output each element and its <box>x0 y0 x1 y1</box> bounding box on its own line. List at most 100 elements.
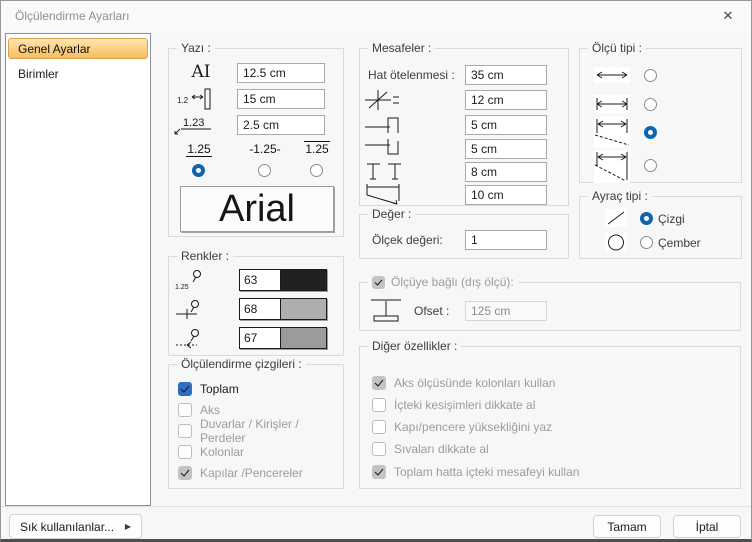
color-swatch <box>281 299 326 319</box>
checkbox-checked-disabled <box>372 464 386 479</box>
group-olcu-tipi: Ölçü tipi : <box>579 41 742 183</box>
wall-bottom-distance-icon <box>365 137 405 159</box>
group-deger-legend: Değer : <box>368 207 416 221</box>
decimal-height-input[interactable] <box>237 115 325 135</box>
sidebar-item-label: Genel Ayarlar <box>18 42 91 56</box>
scale-value-label: Ölçek değeri: <box>372 233 443 247</box>
axis-distance-input[interactable] <box>465 90 547 110</box>
checkbox-label: Toplam <box>200 381 239 396</box>
extension-color-picker[interactable]: 67 <box>239 327 327 349</box>
dim-type-radio-4[interactable] <box>644 159 657 172</box>
checkbox-unchecked[interactable] <box>372 419 386 434</box>
favorites-button[interactable]: Sık kullanılanlar... ▶ <box>9 514 142 539</box>
group-diger: Diğer özellikler : Aks ölçüsünde kolonla… <box>359 339 741 489</box>
separator-circle-icon <box>605 233 627 252</box>
text-color-icon: 1.25 <box>175 269 205 291</box>
checkbox-unchecked[interactable] <box>178 423 192 438</box>
checkbox-aks-kolon: Aks ölçüsünde kolonları kullan <box>372 375 555 390</box>
cancel-button[interactable]: İptal <box>673 515 741 538</box>
text-pos-inline-radio[interactable] <box>258 164 271 177</box>
dimension-settings-dialog: Ölçülendirme Ayarları ✕ Genel Ayarlar Bi… <box>0 0 752 542</box>
checkbox-duvarlar[interactable]: Duvarlar / Kirişler / Perdeler <box>178 417 343 445</box>
checkbox-checked[interactable] <box>178 381 192 396</box>
group-ayrac-tipi: Ayraç tipi : Çizgi Çember <box>579 189 742 259</box>
ok-button[interactable]: Tamam <box>593 515 661 538</box>
group-olcuye-bagli: Ölçüye bağlı (dış ölçü): Ofset : <box>359 275 741 331</box>
checkbox-unchecked[interactable] <box>178 402 192 417</box>
balcony-distance-icon <box>365 183 405 207</box>
group-yazi-legend: Yazı : <box>177 41 215 55</box>
sidebar-item-birimler[interactable]: Birimler <box>9 65 147 83</box>
decimal-height-icon: 1.23 <box>174 113 214 135</box>
color-swatch <box>281 328 326 348</box>
dim-type-extension-icon <box>594 117 630 148</box>
dimension-line-color-picker[interactable]: 68 <box>239 298 327 320</box>
checkbox-label: İçteki kesişimleri dikkate al <box>394 397 536 412</box>
balcony-distance-input[interactable] <box>465 185 547 205</box>
text-pos-above-sample: 1.25 <box>304 141 330 156</box>
dimension-line-color-icon <box>175 298 205 320</box>
checkbox-kapi-pencere-yukseklik[interactable]: Kapı/pencere yüksekliğini yaz <box>372 419 552 434</box>
group-olcu-tipi-legend: Ölçü tipi : <box>588 41 647 55</box>
double-line-distance-icon <box>365 159 405 183</box>
separator-line-radio[interactable] <box>640 212 653 225</box>
font-select-button[interactable]: Arial <box>180 186 334 232</box>
close-icon: ✕ <box>722 8 734 23</box>
checkbox-unchecked[interactable] <box>372 441 386 456</box>
title-bar: Ölçülendirme Ayarları ✕ <box>1 1 751 31</box>
group-olcuye-bagli-legend: Ölçüye bağlı (dış ölçü): <box>368 275 518 289</box>
checkbox-sivalar[interactable]: Sıvaları dikkate al <box>372 441 489 456</box>
checkbox-label: Kapılar /Pencereler <box>200 465 303 480</box>
checkbox-checked-disabled <box>372 375 386 390</box>
wall-top-distance-icon <box>365 113 405 135</box>
group-cizgiler: Ölçülendirme çizgileri : Toplam Aks Duva… <box>168 357 344 489</box>
category-list[interactable]: Genel Ayarlar Birimler <box>5 33 151 506</box>
dim-type-radio-1[interactable] <box>644 69 657 82</box>
offset-label: Ofset : <box>414 304 450 318</box>
checkbox-kapilar[interactable]: Kapılar /Pencereler <box>178 465 303 480</box>
checkbox-unchecked[interactable] <box>372 397 386 412</box>
color-number: 68 <box>240 299 281 319</box>
text-offset-icon: 1.2 <box>177 88 213 110</box>
text-height-icon: AI <box>191 62 211 82</box>
checkbox-label: Duvarlar / Kirişler / Perdeler <box>200 416 299 445</box>
offset-input <box>465 301 547 321</box>
checkbox-kolonlar[interactable]: Kolonlar <box>178 444 244 459</box>
text-height-input[interactable] <box>237 63 325 83</box>
scale-value-input[interactable] <box>465 230 547 250</box>
text-pos-below-sample: 1.25 <box>186 142 212 157</box>
text-pos-inline-sample: -1.25- <box>249 142 281 156</box>
separator-circle-radio[interactable] <box>640 236 653 249</box>
svg-text:1.25: 1.25 <box>175 284 189 291</box>
axis-distance-icon <box>365 89 405 111</box>
text-pos-below-radio[interactable] <box>192 164 205 177</box>
wall-top-distance-input[interactable] <box>465 115 547 135</box>
footer-separator <box>1 506 751 507</box>
checkbox-toplam[interactable]: Toplam <box>178 381 239 396</box>
group-mesafeler: Mesafeler : Hat ötelenmesi : <box>359 41 569 207</box>
checkbox-aks[interactable]: Aks <box>178 402 220 417</box>
sidebar-item-genel-ayarlar[interactable]: Genel Ayarlar <box>8 38 148 59</box>
close-button[interactable]: ✕ <box>707 2 749 30</box>
dim-type-radio-3-selected[interactable] <box>644 126 657 139</box>
group-cizgiler-legend: Ölçülendirme çizgileri : <box>177 357 306 371</box>
checkbox-label: Toplam hatta içteki mesafeyi kullan <box>394 464 580 479</box>
group-ayrac-tipi-legend: Ayraç tipi : <box>588 189 652 203</box>
sidebar-item-label: Birimler <box>18 67 59 81</box>
checkbox-unchecked[interactable] <box>178 444 192 459</box>
double-line-distance-input[interactable] <box>465 162 547 182</box>
color-number: 67 <box>240 328 281 348</box>
line-offset-input[interactable] <box>465 65 547 85</box>
separator-line-icon <box>605 209 627 227</box>
text-distance-input[interactable] <box>237 89 325 109</box>
group-deger: Değer : Ölçek değeri: <box>359 207 569 259</box>
checkbox-icteki-kesisim[interactable]: İçteki kesişimleri dikkate al <box>372 397 535 412</box>
text-pos-above-radio[interactable] <box>310 164 323 177</box>
checkbox-label: Sıvaları dikkate al <box>394 441 489 456</box>
wall-bottom-distance-input[interactable] <box>465 139 547 159</box>
group-renkler: Renkler : 1.25 63 68 67 <box>168 249 344 356</box>
dim-type-radio-2[interactable] <box>644 98 657 111</box>
dependent-dimension-checkbox <box>372 275 385 289</box>
checkbox-toplam-hat: Toplam hatta içteki mesafeyi kullan <box>372 464 579 479</box>
dimension-text-color-picker[interactable]: 63 <box>239 269 327 291</box>
